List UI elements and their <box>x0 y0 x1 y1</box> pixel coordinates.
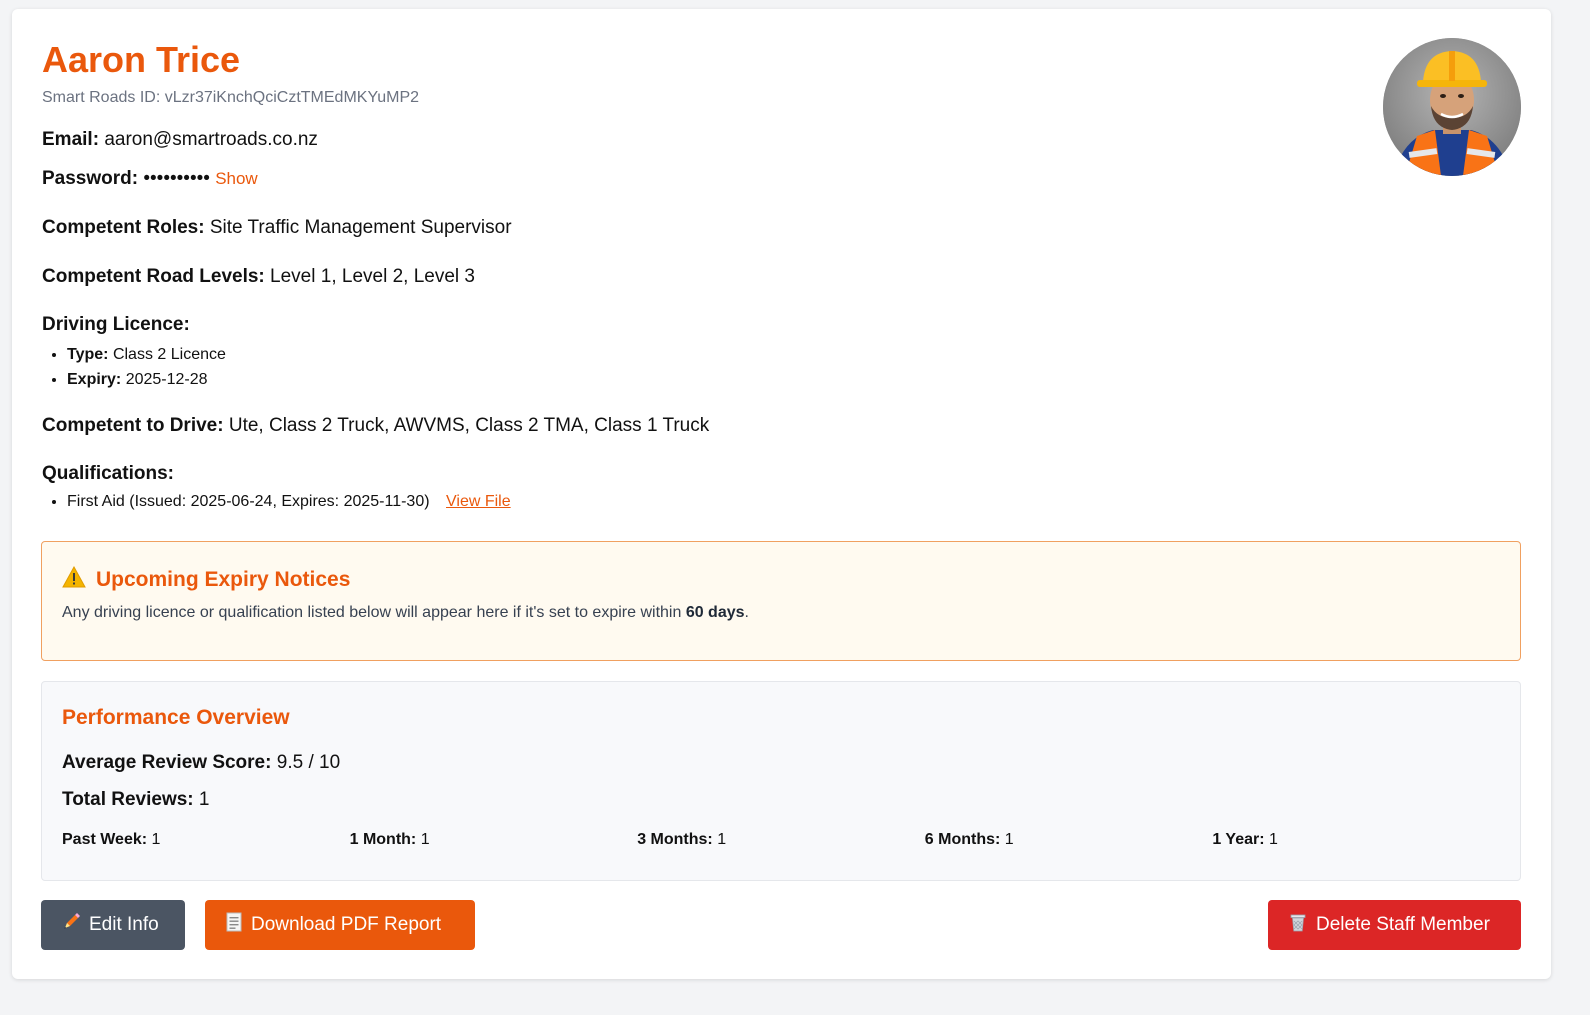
period-1-year: 1 Year: 1 <box>1212 831 1500 849</box>
email-value: aaron@smartroads.co.nz <box>104 129 318 150</box>
password-mask: •••••••••• <box>143 168 210 189</box>
competent-roles-label: Competent Roles: <box>42 217 205 238</box>
trash-icon <box>1288 912 1308 938</box>
period-6-months: 6 Months: 1 <box>925 831 1213 849</box>
email-row: Email: aaron@smartroads.co.nz <box>42 128 1521 152</box>
view-file-link[interactable]: View File <box>446 493 511 510</box>
driving-licence-heading: Driving Licence: <box>42 314 190 335</box>
period-past-week: Past Week: 1 <box>62 831 350 849</box>
competent-roles-row: Competent Roles: Site Traffic Management… <box>42 216 1521 240</box>
password-row: Password: •••••••••• Show <box>42 167 1521 191</box>
period-value: 1 <box>151 831 161 848</box>
period-label: 1 Month: <box>349 831 417 848</box>
qualification-item: First Aid (Issued: 2025-06-24, Expires: … <box>67 489 1521 514</box>
licence-expiry-value: 2025-12-28 <box>125 371 208 388</box>
licence-expiry-label: Expiry: <box>67 371 122 388</box>
warning-icon <box>62 565 86 594</box>
driving-licence-list: Type: Class 2 Licence Expiry: 2025-12-28 <box>42 342 1521 392</box>
delete-staff-label: Delete Staff Member <box>1316 914 1490 935</box>
download-pdf-button[interactable]: Download PDF Report <box>205 900 475 950</box>
edit-info-button[interactable]: Edit Info <box>41 900 185 950</box>
expiry-notice-text-end: . <box>744 604 749 621</box>
qualifications-heading: Qualifications: <box>42 463 174 484</box>
review-period-counts: Past Week: 1 1 Month: 1 3 Months: 1 6 Mo… <box>62 831 1500 849</box>
expiry-notice-title: Upcoming Expiry Notices <box>96 568 351 591</box>
competent-to-drive-value: Ute, Class 2 Truck, AWVMS, Class 2 TMA, … <box>228 415 710 436</box>
average-score-row: Average Review Score: 9.5 / 10 <box>62 752 1500 774</box>
delete-staff-button[interactable]: Delete Staff Member <box>1268 900 1521 950</box>
total-reviews-value: 1 <box>198 789 210 810</box>
total-reviews-label: Total Reviews: <box>62 789 194 810</box>
period-label: 6 Months: <box>924 831 1001 848</box>
licence-type-label: Type: <box>67 346 109 363</box>
period-label: Past Week: <box>62 831 148 848</box>
period-3-months: 3 Months: 1 <box>637 831 925 849</box>
pencil-icon <box>61 912 81 938</box>
qualifications-list: First Aid (Issued: 2025-06-24, Expires: … <box>42 489 1521 514</box>
staff-name: Aaron Trice <box>42 39 241 80</box>
smart-roads-id-label: Smart Roads ID: <box>42 89 161 106</box>
qualification-text: First Aid (Issued: 2025-06-24, Expires: … <box>67 493 430 510</box>
profile-avatar <box>1383 38 1521 176</box>
email-label: Email: <box>42 129 100 150</box>
expiry-notice-text: Any driving licence or qualification lis… <box>62 604 1500 622</box>
competent-roles-value: Site Traffic Management Supervisor <box>209 217 512 238</box>
licence-type-value: Class 2 Licence <box>112 346 226 363</box>
expiry-notice-panel: Upcoming Expiry Notices Any driving lice… <box>41 541 1521 661</box>
performance-title: Performance Overview <box>62 706 290 729</box>
expiry-notice-title-row: Upcoming Expiry Notices <box>62 565 1500 594</box>
staff-profile-card: Aaron Trice Smart Roads ID: vLzr37iKnchQ… <box>12 9 1551 979</box>
road-levels-value: Level 1, Level 2, Level 3 <box>270 266 475 287</box>
average-score-label: Average Review Score: <box>62 752 272 773</box>
period-value: 1 <box>420 831 430 848</box>
performance-overview-panel: Performance Overview Average Review Scor… <box>41 681 1521 881</box>
edit-info-label: Edit Info <box>89 914 159 935</box>
competent-to-drive-row: Competent to Drive: Ute, Class 2 Truck, … <box>42 414 1521 438</box>
show-password-link[interactable]: Show <box>215 169 258 188</box>
total-reviews-row: Total Reviews: 1 <box>62 789 1500 811</box>
period-label: 1 Year: <box>1212 831 1265 848</box>
period-value: 1 <box>717 831 727 848</box>
password-label: Password: <box>42 168 139 189</box>
smart-roads-id-value: vLzr37iKnchQciCztTMEdMKYuMP2 <box>164 89 420 106</box>
licence-expiry-item: Expiry: 2025-12-28 <box>67 367 1521 392</box>
expiry-notice-days: 60 days <box>685 604 745 621</box>
average-score-value: 9.5 / 10 <box>276 752 341 773</box>
document-icon <box>225 912 243 938</box>
road-levels-row: Competent Road Levels: Level 1, Level 2,… <box>42 265 1521 289</box>
competent-to-drive-label: Competent to Drive: <box>42 415 224 436</box>
download-pdf-label: Download PDF Report <box>251 914 442 935</box>
period-label: 3 Months: <box>637 831 713 848</box>
licence-type-item: Type: Class 2 Licence <box>67 342 1521 367</box>
period-value: 1 <box>1269 831 1278 848</box>
smart-roads-id: Smart Roads ID: vLzr37iKnchQciCztTMEdMKY… <box>42 89 1521 107</box>
expiry-notice-text-start: Any driving licence or qualification lis… <box>62 604 686 621</box>
period-value: 1 <box>1004 831 1014 848</box>
period-1-month: 1 Month: 1 <box>350 831 638 849</box>
road-levels-label: Competent Road Levels: <box>42 266 265 287</box>
